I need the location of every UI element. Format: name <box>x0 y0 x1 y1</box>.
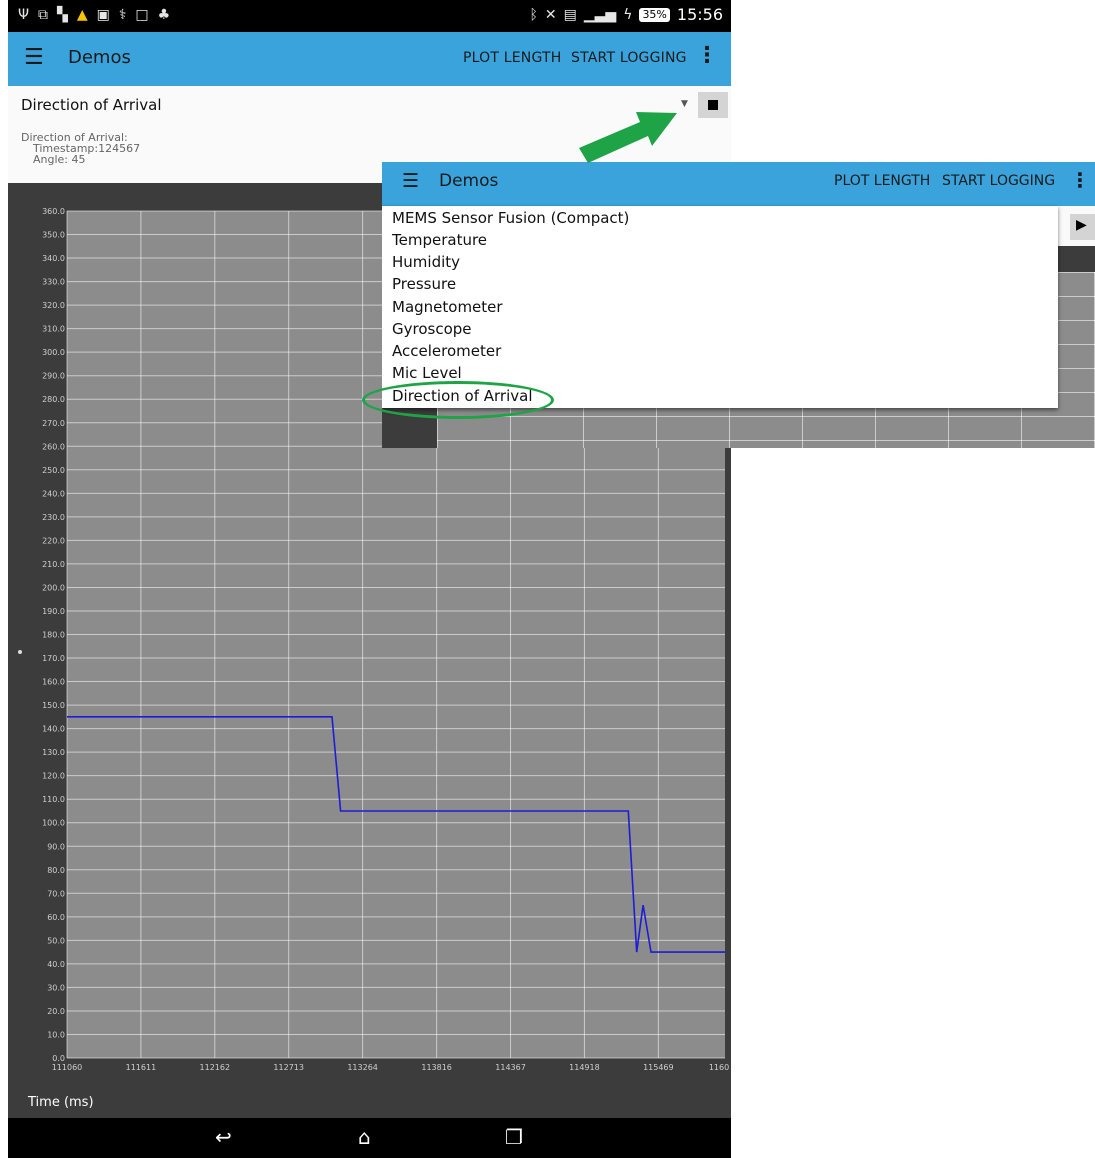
y-tick-label: 90.0 <box>47 842 65 851</box>
y-tick-label: 320.0 <box>42 301 65 310</box>
y-tick-label: 50.0 <box>47 936 65 945</box>
highlight-circle <box>362 381 554 419</box>
dropdown-item[interactable]: Gyroscope <box>392 319 472 339</box>
x-tick-label: 111060 <box>52 1063 83 1072</box>
y-tick-label: 70.0 <box>47 889 65 898</box>
y-tick-label: 40.0 <box>47 960 65 969</box>
y-tick-label: 350.0 <box>42 231 65 240</box>
y-tick-label: 20.0 <box>47 1007 65 1016</box>
x-tick-label: 1160 <box>709 1063 729 1072</box>
y-tick-label: 170.0 <box>42 654 65 663</box>
y-tick-label: 30.0 <box>47 983 65 992</box>
y-tick-label: 120.0 <box>42 772 65 781</box>
y-tick-label: 10.0 <box>47 1030 65 1039</box>
y-tick-label: 0.0 <box>52 1054 65 1063</box>
y-tick-label: 240.0 <box>42 489 65 498</box>
inset-app-title: Demos <box>439 171 499 191</box>
y-tick-label: 190.0 <box>42 607 65 616</box>
play-button[interactable]: ▶ <box>1070 214 1095 240</box>
y-tick-label: 270.0 <box>42 419 65 428</box>
y-tick-label: 330.0 <box>42 278 65 287</box>
y-tick-label: 110.0 <box>42 795 65 804</box>
y-tick-label: 180.0 <box>42 631 65 640</box>
dropdown-item[interactable]: Magnetometer <box>392 297 503 317</box>
x-tick-label: 112713 <box>273 1063 304 1072</box>
dropdown-item[interactable]: Mic Level <box>392 363 462 383</box>
scroll-indicator <box>18 650 22 654</box>
y-tick-label: 280.0 <box>42 395 65 404</box>
inset-hamburger-icon[interactable]: ☰ <box>402 171 419 191</box>
y-tick-label: 210.0 <box>42 560 65 569</box>
y-tick-label: 200.0 <box>42 583 65 592</box>
dropdown-item[interactable]: Pressure <box>392 274 456 294</box>
y-tick-label: 80.0 <box>47 866 65 875</box>
y-tick-label: 60.0 <box>47 913 65 922</box>
x-tick-label: 114918 <box>569 1063 600 1072</box>
x-tick-label: 111611 <box>126 1063 157 1072</box>
y-tick-label: 130.0 <box>42 748 65 757</box>
y-tick-label: 310.0 <box>42 325 65 334</box>
play-icon: ▶ <box>1076 217 1087 233</box>
x-tick-label: 113816 <box>421 1063 452 1072</box>
x-tick-label: 115469 <box>643 1063 674 1072</box>
inset-app-bar: ☰ Demos PLOT LENGTH START LOGGING ⋮ <box>382 162 1095 206</box>
inset-start-logging-button[interactable]: START LOGGING <box>942 172 1055 190</box>
y-tick-label: 150.0 <box>42 701 65 710</box>
x-tick-label: 114367 <box>495 1063 526 1072</box>
y-tick-label: 220.0 <box>42 536 65 545</box>
y-tick-label: 290.0 <box>42 372 65 381</box>
dropdown-item[interactable]: Temperature <box>392 230 487 250</box>
x-tick-label: 113264 <box>347 1063 378 1072</box>
x-tick-label: 112162 <box>200 1063 231 1072</box>
demo-dropdown-list: MEMS Sensor Fusion (Compact) Temperature… <box>382 206 1058 408</box>
y-tick-label: 340.0 <box>42 254 65 263</box>
dropdown-item[interactable]: Accelerometer <box>392 341 501 361</box>
y-tick-label: 230.0 <box>42 513 65 522</box>
y-tick-label: 100.0 <box>42 819 65 828</box>
x-axis-label: Time (ms) <box>28 1095 94 1110</box>
y-tick-label: 250.0 <box>42 466 65 475</box>
y-tick-label: 260.0 <box>42 442 65 451</box>
dropdown-item[interactable]: Humidity <box>392 252 460 272</box>
recents-icon[interactable]: ❐ <box>505 1126 523 1148</box>
y-tick-label: 160.0 <box>42 678 65 687</box>
home-icon[interactable]: ⌂ <box>358 1126 371 1148</box>
dropdown-item[interactable]: MEMS Sensor Fusion (Compact) <box>392 208 629 228</box>
y-tick-label: 360.0 <box>42 207 65 216</box>
y-tick-label: 140.0 <box>42 725 65 734</box>
y-tick-label: 300.0 <box>42 348 65 357</box>
navigation-bar: ↩ ⌂ ❐ <box>8 1118 731 1158</box>
inset-overflow-menu-icon[interactable]: ⋮ <box>1070 169 1090 191</box>
back-icon[interactable]: ↩ <box>215 1126 232 1148</box>
inset-plot-length-button[interactable]: PLOT LENGTH <box>834 172 930 190</box>
